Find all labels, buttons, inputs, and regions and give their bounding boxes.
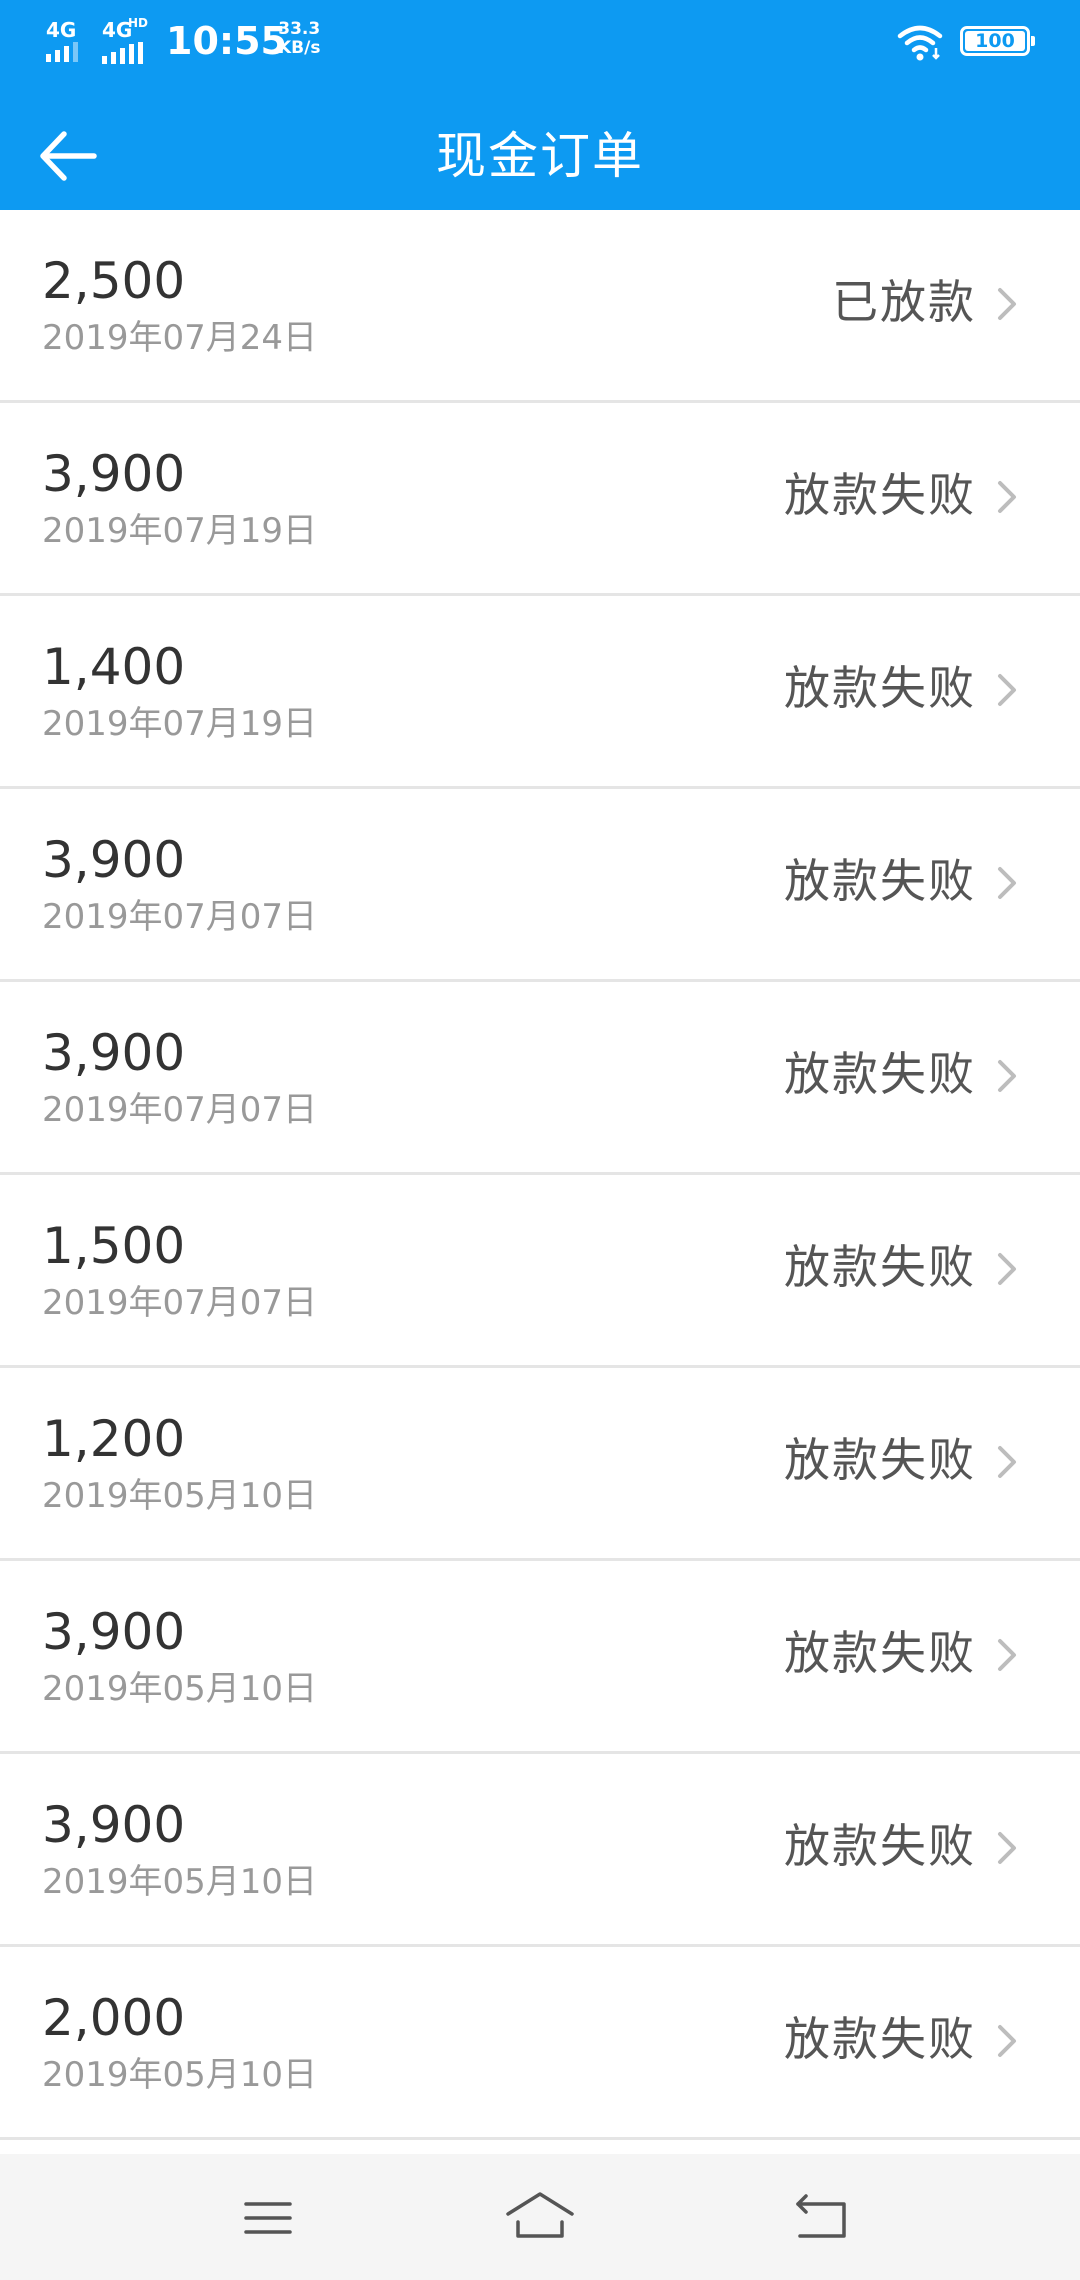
system-navigation-bar xyxy=(0,2154,1080,2280)
order-status: 放款失败 xyxy=(784,1240,976,1294)
order-row[interactable]: 2,000 2019年05月10日 放款失败 xyxy=(0,1947,1080,2140)
order-status: 放款失败 xyxy=(784,1626,976,1680)
wifi-icon xyxy=(897,25,943,61)
order-amount: 1,400 xyxy=(42,638,186,696)
order-date: 2019年07月24日 xyxy=(42,318,318,358)
order-amount: 3,900 xyxy=(42,1603,186,1661)
order-date: 2019年05月10日 xyxy=(42,1862,318,1902)
order-row[interactable]: 3,900 2019年07月19日 放款失败 xyxy=(0,403,1080,596)
clock: 10:55 xyxy=(166,19,287,63)
network-speed-value: 33.3 xyxy=(278,19,321,39)
battery-icon: 100 xyxy=(960,26,1035,56)
order-status: 放款失败 xyxy=(784,1819,976,1873)
order-amount: 3,900 xyxy=(42,1796,186,1854)
chevron-right-icon xyxy=(998,1832,1016,1864)
back-return-icon xyxy=(796,2194,846,2238)
order-row[interactable]: 1,500 2019年07月07日 放款失败 xyxy=(0,1175,1080,1368)
order-row[interactable]: 3,900 2019年07月07日 放款失败 xyxy=(0,982,1080,1175)
order-row[interactable]: 3,900 2019年05月10日 放款失败 xyxy=(0,1754,1080,1947)
home-icon xyxy=(506,2192,574,2238)
chevron-right-icon xyxy=(998,867,1016,899)
chevron-right-icon xyxy=(998,1060,1016,1092)
order-row[interactable]: 2,500 2019年07月24日 已放款 xyxy=(0,210,1080,403)
chevron-right-icon xyxy=(998,1253,1016,1285)
menu-icon xyxy=(244,2202,292,2234)
back-return-button[interactable] xyxy=(782,2184,862,2250)
order-date: 2019年07月19日 xyxy=(42,704,318,744)
order-date: 2019年07月07日 xyxy=(42,897,318,937)
network-speed: 33.3 KB/s xyxy=(278,20,320,58)
order-date: 2019年07月07日 xyxy=(42,1090,318,1130)
order-status: 放款失败 xyxy=(784,661,976,715)
status-bar: 4G 4G HD 10:55 33.3 KB/s 100 xyxy=(0,0,1080,82)
chevron-right-icon xyxy=(998,2025,1016,2057)
page-title: 现金订单 xyxy=(436,127,644,185)
order-row[interactable]: 1,400 2019年07月19日 放款失败 xyxy=(0,596,1080,789)
chevron-right-icon xyxy=(998,674,1016,706)
order-date: 2019年05月10日 xyxy=(42,1669,318,1709)
order-date: 2019年05月10日 xyxy=(42,1476,318,1516)
order-row[interactable]: 1,200 2019年05月10日 放款失败 xyxy=(0,1368,1080,1561)
order-date: 2019年07月19日 xyxy=(42,511,318,551)
chevron-right-icon xyxy=(998,1446,1016,1478)
order-status: 放款失败 xyxy=(784,468,976,522)
order-status: 已放款 xyxy=(832,275,976,329)
order-amount: 3,900 xyxy=(42,445,186,503)
order-amount: 2,000 xyxy=(42,1989,186,2047)
chevron-right-icon xyxy=(998,481,1016,513)
order-date: 2019年07月07日 xyxy=(42,1283,318,1323)
order-row[interactable]: 3,900 2019年07月07日 放款失败 xyxy=(0,789,1080,982)
order-amount: 2,500 xyxy=(42,252,186,310)
signal-bars-icon xyxy=(46,42,78,62)
order-status: 放款失败 xyxy=(784,854,976,908)
battery-level: 100 xyxy=(965,31,1025,51)
signal-bars-icon xyxy=(102,42,143,64)
order-amount: 1,500 xyxy=(42,1217,186,1275)
order-status: 放款失败 xyxy=(784,2012,976,2066)
app-bar: 现金订单 xyxy=(0,82,1080,210)
order-list: 2,500 2019年07月24日 已放款 3,900 2019年07月19日 放款失败 1… xyxy=(0,210,1080,2140)
order-amount: 1,200 xyxy=(42,1410,186,1468)
order-status: 放款失败 xyxy=(784,1433,976,1487)
menu-button[interactable] xyxy=(228,2184,308,2250)
order-amount: 3,900 xyxy=(42,1024,186,1082)
signal-label: 4G xyxy=(46,18,77,42)
order-date: 2019年05月10日 xyxy=(42,2055,318,2095)
home-button[interactable] xyxy=(500,2184,580,2250)
order-amount: 3,900 xyxy=(42,831,186,889)
network-speed-unit: KB/s xyxy=(278,38,321,58)
order-row[interactable]: 3,900 2019年05月10日 放款失败 xyxy=(0,1561,1080,1754)
chevron-right-icon xyxy=(998,288,1016,320)
chevron-right-icon xyxy=(998,1639,1016,1671)
hd-badge: HD xyxy=(128,16,149,30)
order-status: 放款失败 xyxy=(784,1047,976,1101)
